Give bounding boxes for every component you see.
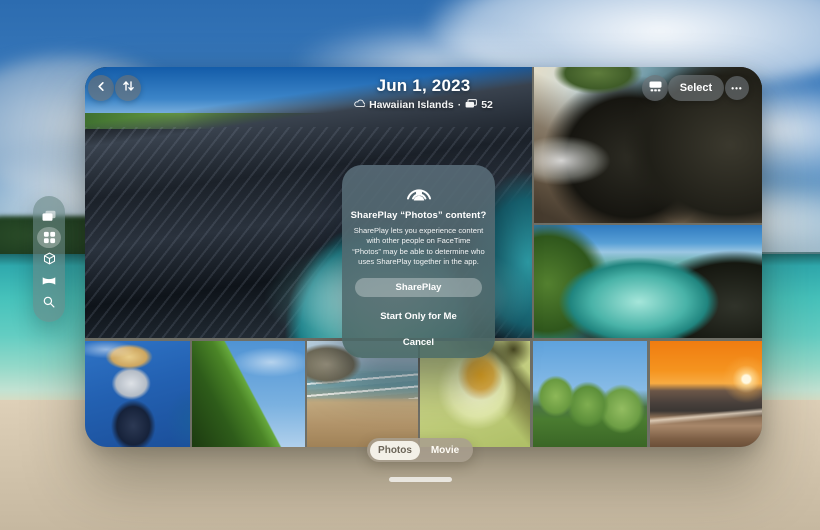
start-only-for-me-button[interactable]: Start Only for Me [350, 311, 487, 322]
photos-movie-toggle: Photos Movie [367, 438, 473, 462]
toggle-option-movie[interactable]: Movie [420, 441, 470, 460]
shareplay-icon [350, 179, 487, 202]
photo-woman-on-cliff[interactable] [85, 341, 190, 447]
spatial-cube-icon [43, 252, 56, 265]
visionos-photos-screen: Jun 1, 2023 Hawaiian Islands · 52 Select… [0, 0, 820, 530]
search-icon [43, 296, 55, 308]
sidebar-item-photos[interactable] [37, 205, 61, 227]
ellipsis-icon: ••• [731, 84, 742, 93]
photo-ocean-sunset[interactable] [650, 341, 762, 447]
shareplay-dialog: SharePlay “Photos” content? SharePlay le… [342, 165, 495, 358]
back-button[interactable] [88, 75, 114, 101]
view-options-button[interactable] [642, 75, 668, 101]
cancel-button[interactable]: Cancel [350, 337, 487, 348]
sidebar-item-search[interactable] [37, 291, 61, 313]
toggle-option-photos[interactable]: Photos [370, 441, 420, 460]
photos-stack-icon [42, 210, 56, 222]
sort-button[interactable] [115, 75, 141, 101]
photo-black-sand-cove[interactable] [534, 225, 762, 338]
sidebar-tab-bar [33, 196, 65, 322]
dialog-body-text: SharePlay lets you experience content wi… [350, 226, 487, 268]
more-options-button[interactable]: ••• [725, 76, 749, 100]
albums-grid-icon [43, 231, 56, 244]
photo-green-mountain-ridge[interactable] [192, 341, 305, 447]
dialog-title: SharePlay “Photos” content? [350, 210, 487, 221]
select-button[interactable]: Select [668, 75, 724, 101]
sidebar-item-spatial[interactable] [37, 248, 61, 270]
panorama-icon [42, 276, 56, 286]
up-down-arrows-icon [122, 79, 135, 97]
chevron-left-icon [96, 79, 107, 97]
photo-prickly-pear-cactus[interactable] [533, 341, 647, 447]
sidebar-item-panorama[interactable] [37, 270, 61, 292]
sidebar-item-albums[interactable] [37, 227, 61, 249]
grid-view-icon [649, 79, 662, 97]
shareplay-confirm-button[interactable]: SharePlay [355, 278, 482, 297]
window-drag-bar[interactable] [389, 477, 452, 482]
